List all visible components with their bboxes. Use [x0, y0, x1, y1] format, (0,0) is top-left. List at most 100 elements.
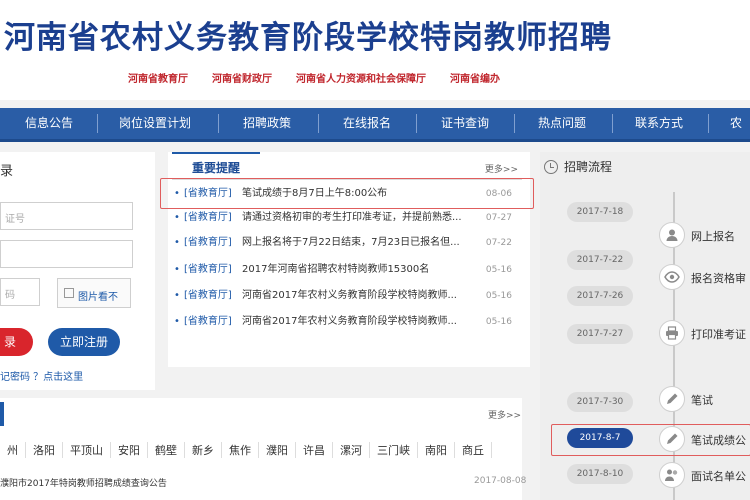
news-title[interactable]: 河南省2017年农村义务教育阶段学校特岗教师... — [242, 286, 457, 306]
city-news-item[interactable]: 濮阳市2017年特岗教师招聘成绩查询公告 2017-08-08 — [0, 476, 526, 489]
timeline-date: 2017-8-10 — [567, 464, 633, 484]
department-link[interactable]: 河南省教育厅 — [128, 70, 188, 85]
process-heading: 招聘流程 — [540, 158, 612, 175]
news-item[interactable]: • [省教育厅] 河南省2017年农村义务教育阶段学校特岗教师... 05-16 — [174, 312, 524, 332]
pencil-icon — [659, 386, 685, 412]
city-link[interactable]: 许昌 — [296, 442, 333, 458]
nav-item-positions[interactable]: 岗位设置计划 — [110, 108, 200, 139]
site-header: 河南省农村义务教育阶段学校特岗教师招聘 河南省教育厅 河南省财政厅 河南省人力资… — [0, 0, 750, 100]
city-link[interactable]: 州 — [0, 442, 26, 458]
nav-divider — [318, 114, 319, 133]
captcha-input[interactable]: 码 — [0, 278, 40, 306]
city-news-date: 2017-08-08 — [474, 476, 527, 486]
news-date: 05-16 — [485, 265, 512, 275]
news-title[interactable]: 网上报名将于7月22日结束，7月23日已报名但... — [242, 233, 460, 253]
news-source: [省教育厅] — [184, 264, 232, 275]
nav-item-policy[interactable]: 招聘政策 — [232, 108, 302, 139]
nav-item-hot-questions[interactable]: 热点问题 — [527, 108, 597, 139]
captcha-image[interactable]: 图片看不 — [57, 278, 131, 308]
bullet-icon: • — [174, 290, 180, 301]
news-item[interactable]: • [省教育厅] 2017年河南省招聘农村特岗教师15300名 05-16 — [174, 260, 524, 280]
city-link[interactable]: 焦作 — [222, 442, 259, 458]
timeline-date: 2017-7-27 — [567, 324, 633, 344]
city-news-title[interactable]: 濮阳市2017年特岗教师招聘成绩查询公告 — [0, 479, 167, 489]
captcha-image-label: 图片看不 — [78, 292, 118, 303]
process-title: 招聘流程 — [564, 160, 613, 174]
eye-icon — [659, 264, 685, 290]
city-link[interactable]: 鹤壁 — [148, 442, 185, 458]
news-source: [省教育厅] — [184, 316, 232, 327]
tab-important-notice[interactable]: 重要提醒 — [172, 152, 261, 180]
step-label: 网上报名 — [691, 230, 735, 243]
city-link[interactable]: 新乡 — [185, 442, 222, 458]
city-link[interactable]: 安阳 — [111, 442, 148, 458]
department-link[interactable]: 河南省人力资源和社会保障厅 — [296, 70, 426, 85]
timeline-date: 2017-7-22 — [567, 250, 633, 270]
city-link[interactable]: 漯河 — [333, 442, 370, 458]
news-title[interactable]: 河南省2017年农村义务教育阶段学校特岗教师... — [242, 312, 457, 332]
news-source: [省教育厅] — [184, 212, 232, 223]
city-link[interactable]: 濮阳 — [259, 442, 296, 458]
clock-icon — [544, 159, 558, 174]
news-source: [省教育厅] — [184, 237, 232, 248]
department-link[interactable]: 河南省编办 — [450, 70, 500, 85]
city-panel: 更多>> 州 洛阳 平顶山 安阳 鹤壁 新乡 焦作 濮阳 许昌 漯河 三门峡 南… — [0, 398, 526, 500]
highlight-box — [160, 178, 534, 209]
id-number-input[interactable]: 证号 — [0, 202, 133, 230]
highlight-box — [551, 424, 750, 456]
city-link[interactable]: 洛阳 — [26, 442, 63, 458]
main-nav: 信息公告 岗位设置计划 招聘政策 在线报名 证书查询 热点问题 联系方式 农 — [0, 108, 750, 142]
timeline-date: 2017-7-26 — [567, 286, 633, 306]
user-icon — [659, 222, 685, 248]
nav-divider — [218, 114, 219, 133]
forgot-password-link[interactable]: 记密码 ？点击这里 — [0, 368, 83, 383]
user-group-icon — [659, 462, 685, 488]
nav-divider — [416, 114, 417, 133]
printer-icon — [659, 320, 685, 346]
nav-item-online-register[interactable]: 在线报名 — [332, 108, 402, 139]
register-button[interactable]: 立即注册 — [48, 328, 120, 356]
department-list: 河南省教育厅 河南省财政厅 河南省人力资源和社会保障厅 河南省编办 — [128, 70, 500, 85]
broken-image-icon — [64, 288, 74, 298]
site-title: 河南省农村义务教育阶段学校特岗教师招聘 — [4, 20, 612, 56]
nav-divider — [612, 114, 613, 133]
news-source: [省教育厅] — [184, 290, 232, 301]
news-item[interactable]: • [省教育厅] 网上报名将于7月22日结束，7月23日已报名但... 07-2… — [174, 233, 524, 253]
step-label: 报名资格审 — [691, 272, 746, 285]
bullet-icon: • — [174, 316, 180, 327]
nav-item-announcements[interactable]: 信息公告 — [14, 108, 84, 139]
city-list: 州 洛阳 平顶山 安阳 鹤壁 新乡 焦作 濮阳 许昌 漯河 三门峡 南阳 商丘 — [0, 442, 492, 458]
timeline-date: 2017-7-18 — [567, 202, 633, 222]
timeline-date: 2017-7-30 — [567, 392, 633, 412]
news-title[interactable]: 请通过资格初审的考生打印准考证，并提前熟悉... — [242, 208, 462, 228]
step-label: 打印准考证 — [691, 328, 746, 341]
city-link[interactable]: 南阳 — [418, 442, 455, 458]
city-link[interactable]: 三门峡 — [370, 442, 418, 458]
nav-item-more[interactable]: 农 — [722, 108, 750, 139]
nav-item-certificate-query[interactable]: 证书查询 — [430, 108, 500, 139]
step-label: 笔试 — [691, 394, 713, 407]
city-link[interactable]: 平顶山 — [63, 442, 111, 458]
step-label: 面试名单公 — [691, 470, 746, 483]
news-item[interactable]: • [省教育厅] 请通过资格初审的考生打印准考证，并提前熟悉... 07-27 — [174, 208, 524, 228]
bullet-icon: • — [174, 264, 180, 275]
news-item[interactable]: • [省教育厅] 河南省2017年农村义务教育阶段学校特岗教师... 05-16 — [174, 286, 524, 306]
news-more-link[interactable]: 更多>> — [485, 162, 518, 175]
section-marker — [0, 402, 4, 426]
password-input[interactable] — [0, 240, 133, 268]
city-link[interactable]: 商丘 — [455, 442, 492, 458]
nav-item-contact[interactable]: 联系方式 — [624, 108, 694, 139]
login-button[interactable]: 录 — [0, 328, 33, 356]
nav-divider — [708, 114, 709, 133]
news-date: 07-27 — [485, 213, 512, 223]
bullet-icon: • — [174, 237, 180, 248]
news-title[interactable]: 2017年河南省招聘农村特岗教师15300名 — [242, 260, 429, 280]
news-date: 05-16 — [485, 317, 512, 327]
news-date: 07-22 — [485, 238, 512, 248]
news-date: 05-16 — [485, 291, 512, 301]
nav-divider — [97, 114, 98, 133]
login-heading: 录 — [0, 164, 14, 179]
department-link[interactable]: 河南省财政厅 — [212, 70, 272, 85]
bullet-icon: • — [174, 212, 180, 223]
city-more-link[interactable]: 更多>> — [488, 408, 521, 421]
